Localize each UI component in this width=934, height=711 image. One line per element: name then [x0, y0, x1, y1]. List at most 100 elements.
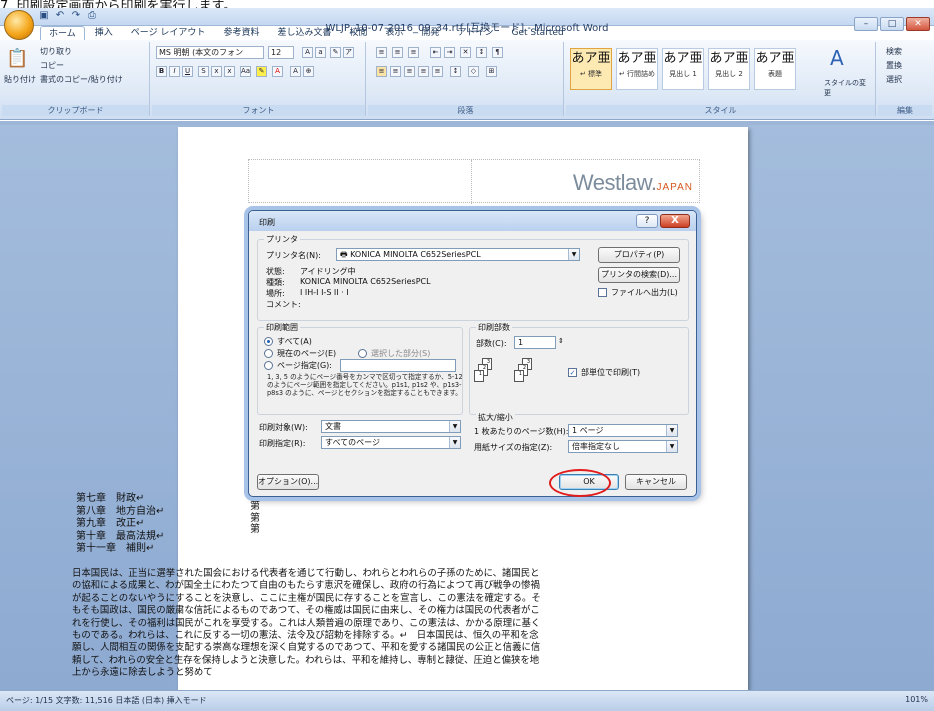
subscript-icon[interactable]: x	[211, 66, 222, 77]
align-left-icon[interactable]: ≡	[376, 66, 387, 77]
range-selection-radio[interactable]	[358, 349, 367, 358]
justify-icon[interactable]: ≡	[418, 66, 429, 77]
shrink-font-icon[interactable]: a	[315, 47, 326, 58]
change-styles-button[interactable]: スタイルの変更	[824, 78, 868, 98]
properties-button[interactable]: プロパティ(P)	[598, 247, 680, 263]
format-painter-button[interactable]: 書式のコピー/貼り付け	[40, 74, 123, 85]
toc-item: 第八章 地方自治↵	[76, 505, 165, 517]
italic-icon[interactable]: I	[169, 66, 180, 77]
copies-spinner-icon[interactable]: ⇕	[558, 337, 564, 345]
scale-select[interactable]: 倍率指定なし ▼	[568, 440, 678, 453]
printer-name-select[interactable]: 🖶 KONICA MINOLTA C652SeriesPCL ▼	[336, 248, 580, 261]
close-window-button[interactable]: ✕	[906, 17, 930, 31]
print-what-select[interactable]: 文書 ▼	[321, 420, 461, 433]
distributed-icon[interactable]: ≡	[432, 66, 443, 77]
undo-icon[interactable]: ↶	[54, 10, 66, 22]
chevron-down-icon: ▼	[666, 441, 677, 452]
print-to-file-checkbox[interactable]	[598, 288, 607, 297]
char-shading-icon[interactable]: A	[290, 66, 301, 77]
print-icon[interactable]: ⎙	[86, 10, 98, 22]
strikethrough-icon[interactable]: S	[198, 66, 209, 77]
line-spacing-icon[interactable]: ↕	[450, 66, 461, 77]
cancel-button[interactable]: キャンセル	[625, 474, 687, 490]
tab-view[interactable]: 表示	[377, 26, 411, 40]
redo-icon[interactable]: ↷	[70, 10, 82, 22]
sort-icon[interactable]: ↕	[476, 47, 487, 58]
maximize-button[interactable]: □	[880, 17, 904, 31]
multilevel-list-icon[interactable]: ≡	[408, 47, 419, 58]
dialog-close-button[interactable]: X	[660, 214, 690, 228]
range-current-radio[interactable]	[264, 349, 273, 358]
print-value: すべてのページ	[325, 438, 380, 447]
range-pages-radio[interactable]	[264, 361, 273, 370]
decrease-indent-icon[interactable]: ⇤	[430, 47, 441, 58]
style-normal[interactable]: あア亜 ↵ 標準	[570, 48, 612, 90]
superscript-icon[interactable]: x	[224, 66, 235, 77]
tab-review[interactable]: 校閲	[341, 26, 375, 40]
copies-input[interactable]: 1	[514, 336, 556, 349]
style-title[interactable]: あア亜 表題	[754, 48, 796, 90]
pages-per-sheet-select[interactable]: 1 ページ ▼	[568, 424, 678, 437]
font-name-input[interactable]: MS 明朝 (本文のフォン	[156, 46, 264, 59]
paste-icon[interactable]: 📋	[6, 48, 28, 69]
tab-page-layout[interactable]: ページ レイアウト	[123, 26, 214, 40]
show-marks-icon[interactable]: ¶	[492, 47, 503, 58]
copies-section: 印刷部数 部数(C): 1 ⇕ 3 2 1 3 2 1 ✓ 部単位で印刷(T)	[469, 322, 689, 415]
zoom-level[interactable]: 101%	[905, 695, 928, 704]
document-body-text: 日本国民は、正当に選挙された国会における代表者を通じて行動し、われらとわれらの子…	[72, 568, 541, 679]
page-range-input[interactable]	[340, 359, 456, 372]
style-heading-2[interactable]: あア亜 見出し 2	[708, 48, 750, 90]
print-select[interactable]: すべてのページ ▼	[321, 436, 461, 449]
tab-insert[interactable]: 挿入	[87, 26, 121, 40]
enclose-char-icon[interactable]: ⊕	[303, 66, 314, 77]
increase-indent-icon[interactable]: ⇥	[444, 47, 455, 58]
change-case-icon[interactable]: Aa	[240, 66, 251, 77]
numbering-icon[interactable]: ≡	[392, 47, 403, 58]
range-all-radio[interactable]	[264, 337, 273, 346]
replace-button[interactable]: 置換	[886, 60, 902, 71]
phonetic-icon[interactable]: ア	[343, 47, 354, 58]
print-what-label: 印刷対象(W):	[259, 423, 308, 432]
tab-get-started[interactable]: Get Started	[504, 26, 572, 40]
copy-button[interactable]: コピー	[40, 60, 64, 71]
grow-font-icon[interactable]: A	[302, 47, 313, 58]
change-styles-icon[interactable]: A	[830, 46, 844, 70]
font-size-input[interactable]: 12	[268, 46, 294, 59]
find-printer-button[interactable]: プリンタの検索(D)...	[598, 267, 680, 283]
asian-layout-icon[interactable]: ✕	[460, 47, 471, 58]
type-label: 種類:	[266, 278, 285, 287]
align-center-icon[interactable]: ≡	[390, 66, 401, 77]
printer-name-value: KONICA MINOLTA C652SeriesPCL	[350, 250, 481, 259]
shading-icon[interactable]: ◇	[468, 66, 479, 77]
bullets-icon[interactable]: ≡	[376, 47, 387, 58]
font-color-icon[interactable]: A	[272, 66, 283, 77]
save-icon[interactable]: ▣	[38, 10, 50, 22]
office-button[interactable]	[4, 10, 34, 40]
style-no-spacing-sample: あア亜	[617, 51, 657, 66]
minimize-button[interactable]: –	[854, 17, 878, 31]
print-to-file-label: ファイルへ出力(L)	[611, 288, 678, 297]
select-button[interactable]: 選択	[886, 74, 902, 85]
help-button[interactable]: ?	[636, 214, 658, 228]
tab-addins[interactable]: アドイン	[450, 26, 502, 40]
tab-references[interactable]: 参考資料	[215, 26, 267, 40]
collate-checkbox[interactable]: ✓	[568, 368, 577, 377]
style-heading-1[interactable]: あア亜 見出し 1	[662, 48, 704, 90]
find-button[interactable]: 検索	[886, 46, 902, 57]
bold-icon[interactable]: B	[156, 66, 167, 77]
cut-button[interactable]: 切り取り	[40, 46, 72, 57]
side-char: 第	[250, 512, 260, 524]
clipboard-group-label: クリップボード	[2, 105, 149, 116]
tab-developer[interactable]: 開発	[414, 26, 448, 40]
style-heading-1-label: 見出し 1	[669, 70, 697, 78]
options-button[interactable]: オプション(O)...	[257, 474, 319, 490]
tab-home[interactable]: ホーム	[40, 26, 85, 40]
highlight-icon[interactable]: ✎	[256, 66, 267, 77]
style-no-spacing[interactable]: あア亜 ↵ 行間詰め	[616, 48, 658, 90]
paste-button[interactable]: 貼り付け	[4, 74, 36, 85]
borders-icon[interactable]: ⊞	[486, 66, 497, 77]
clear-format-icon[interactable]: ✎	[330, 47, 341, 58]
tab-mailings[interactable]: 差し込み文書	[269, 26, 339, 40]
align-right-icon[interactable]: ≡	[404, 66, 415, 77]
underline-icon[interactable]: U	[182, 66, 193, 77]
